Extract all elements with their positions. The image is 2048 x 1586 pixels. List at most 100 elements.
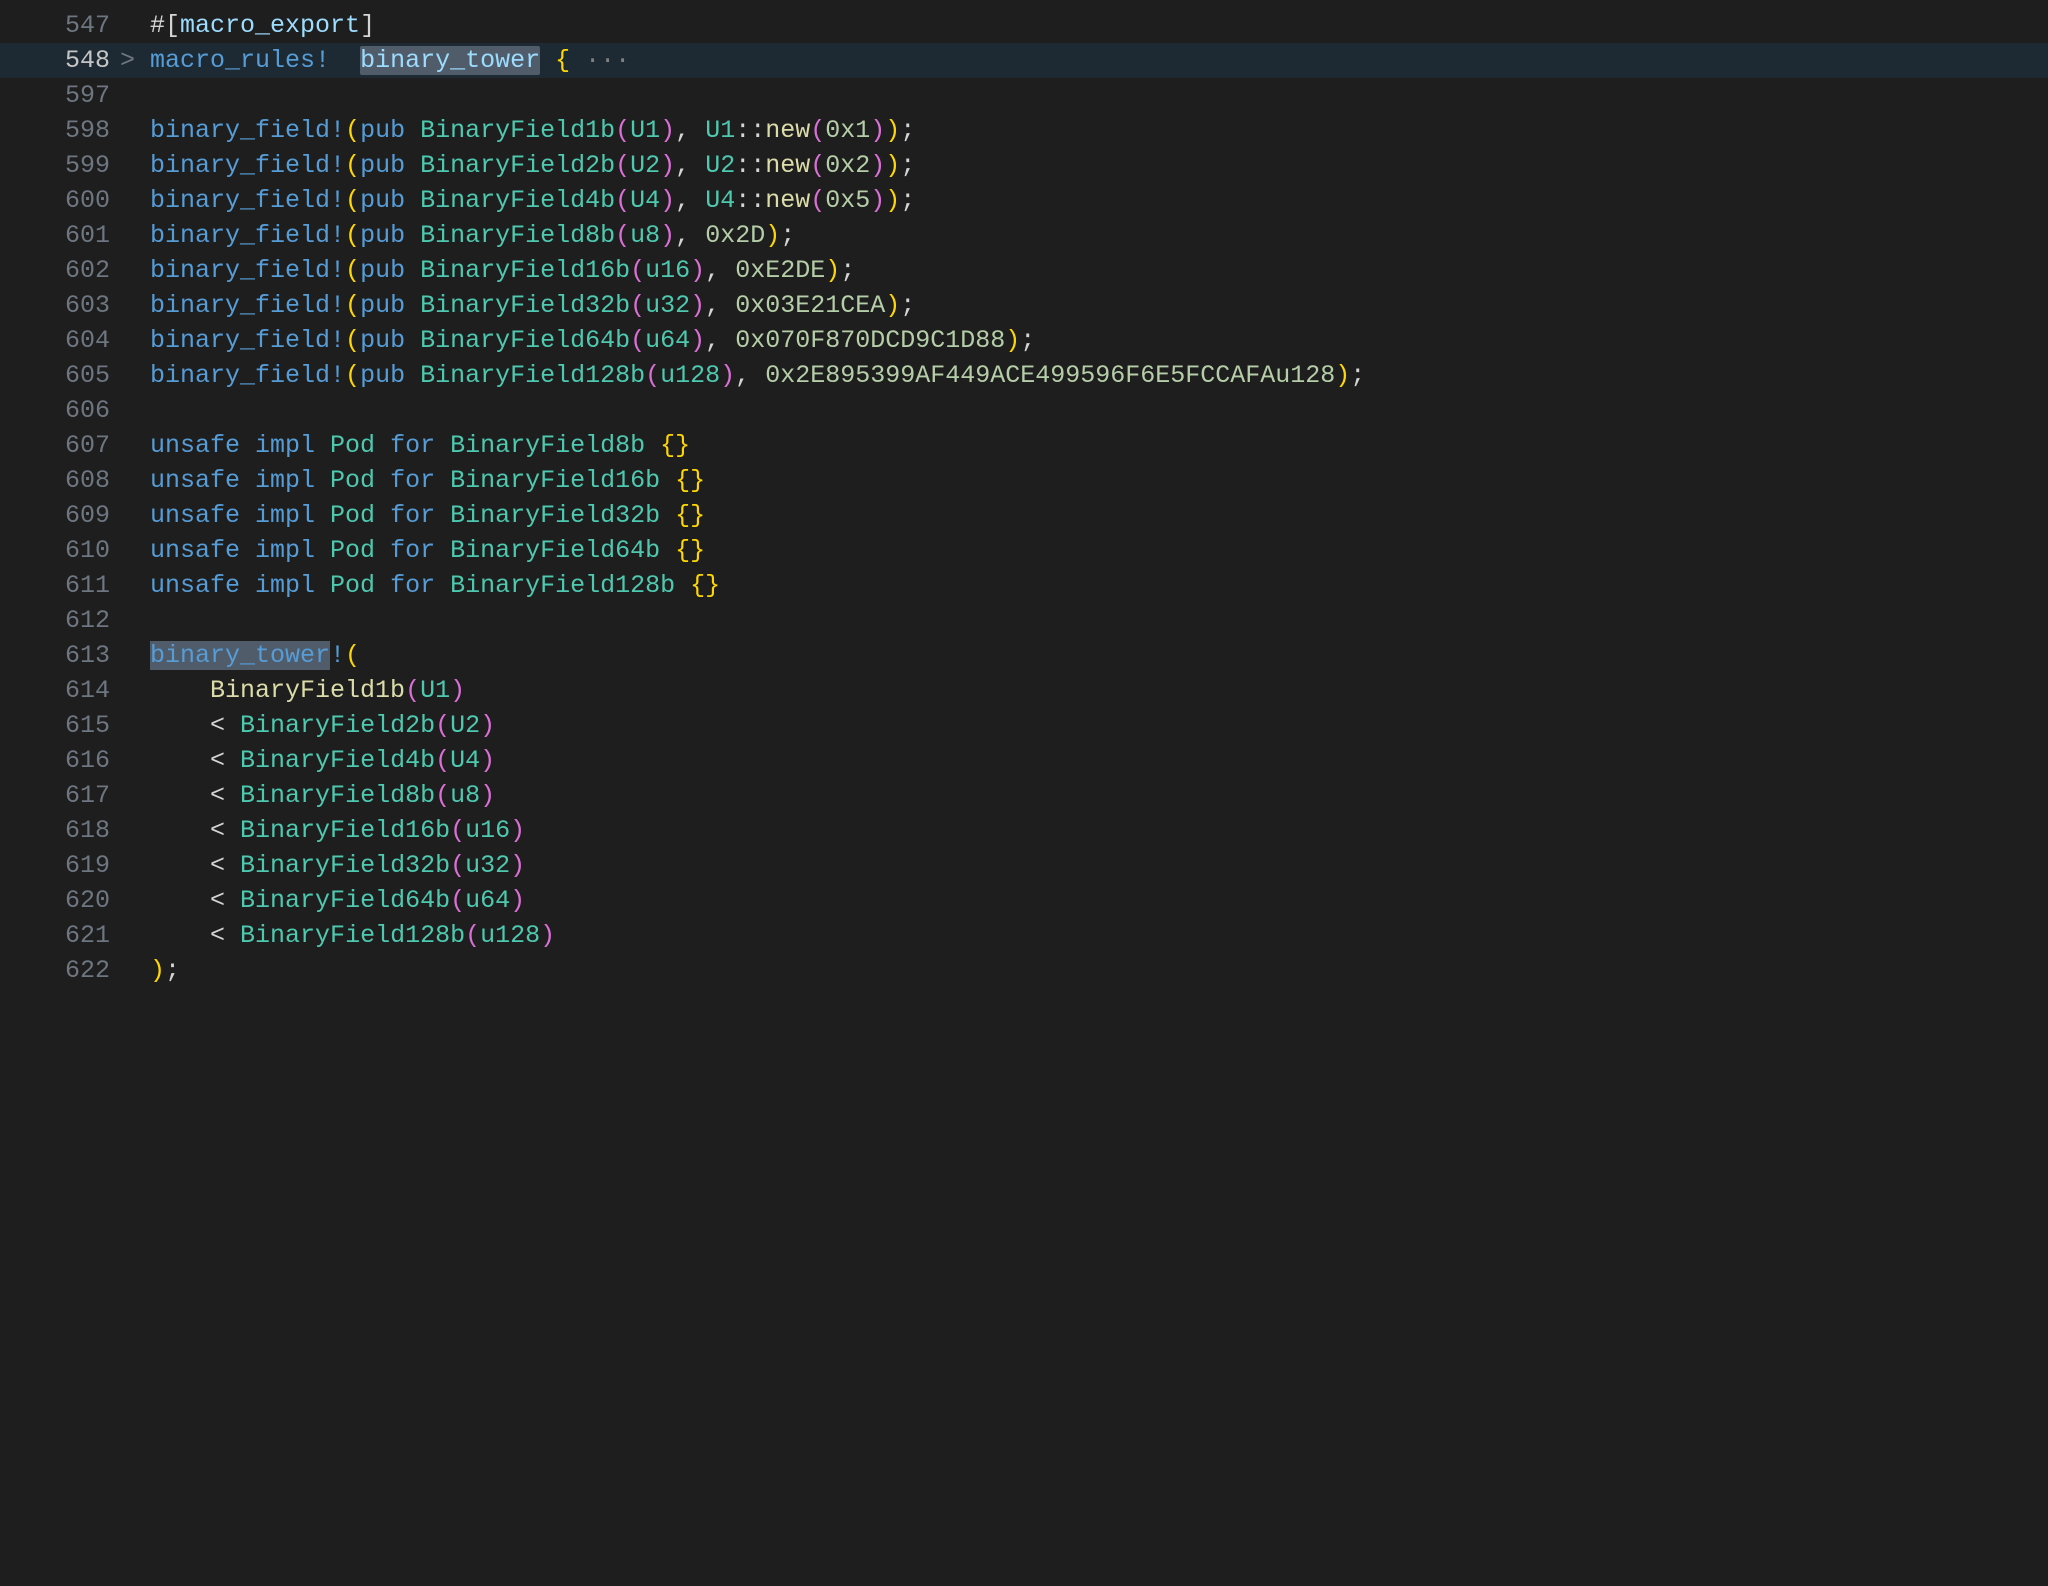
code-content[interactable]: #[macro_export] [150, 8, 2048, 43]
code-line[interactable]: 597 [0, 78, 2048, 113]
code-content[interactable]: unsafe impl Pod for BinaryField16b {} [150, 463, 2048, 498]
code-content[interactable]: unsafe impl Pod for BinaryField32b {} [150, 498, 2048, 533]
brace-open: { [675, 501, 690, 530]
paren-open: ( [630, 326, 645, 355]
code-content[interactable]: BinaryField1b(U1) [150, 673, 2048, 708]
code-content[interactable]: binary_field!(pub BinaryField128b(u128),… [150, 358, 2048, 393]
indent [150, 886, 210, 915]
number-literal: 0x2E895399AF449ACE499596F6E5FCCAFAu128 [765, 361, 1335, 390]
code-editor[interactable]: 547 #[macro_export] 548 > macro_rules! b… [0, 0, 2048, 988]
macro-call: binary_field [150, 186, 330, 215]
code-line[interactable]: 609 unsafe impl Pod for BinaryField32b {… [0, 498, 2048, 533]
code-content[interactable]: ); [150, 953, 2048, 988]
code-content[interactable]: binary_field!(pub BinaryField4b(U4), U4:… [150, 183, 2048, 218]
code-content[interactable]: binary_field!(pub BinaryField2b(U2), U2:… [150, 148, 2048, 183]
paren-open: ( [615, 116, 630, 145]
semicolon: ; [165, 956, 180, 985]
paren-close: ) [690, 326, 705, 355]
kw-pub: pub [360, 361, 420, 390]
macro-call: binary_field [150, 361, 330, 390]
inner-type: u8 [630, 221, 660, 250]
code-line[interactable]: 620 < BinaryField64b(u64) [0, 883, 2048, 918]
code-content[interactable]: < BinaryField16b(u16) [150, 813, 2048, 848]
paren-open: ( [405, 676, 420, 705]
code-line-current[interactable]: 548 > macro_rules! binary_tower { ··· [0, 43, 2048, 78]
fold-ellipsis[interactable]: ··· [570, 46, 630, 75]
type-name: BinaryField64b [450, 536, 660, 565]
code-line[interactable]: 612 [0, 603, 2048, 638]
bang: ! [330, 291, 345, 320]
paren-open: ( [450, 851, 465, 880]
bang: ! [330, 361, 345, 390]
line-number: 617 [0, 778, 120, 813]
code-content[interactable]: macro_rules! binary_tower { ··· [150, 43, 2048, 78]
code-line[interactable]: 618 < BinaryField16b(u16) [0, 813, 2048, 848]
code-line[interactable]: 617 < BinaryField8b(u8) [0, 778, 2048, 813]
code-line[interactable]: 607 unsafe impl Pod for BinaryField8b {} [0, 428, 2048, 463]
code-line[interactable]: 598 binary_field!(pub BinaryField1b(U1),… [0, 113, 2048, 148]
fn-name: new [765, 186, 810, 215]
code-content[interactable]: < BinaryField8b(u8) [150, 778, 2048, 813]
comma: , [735, 361, 765, 390]
semicolon: ; [900, 116, 915, 145]
code-line[interactable]: 616 < BinaryField4b(U4) [0, 743, 2048, 778]
paren-close: ) [870, 186, 885, 215]
type-name: BinaryField2b [420, 151, 615, 180]
macro-name-highlighted: binary_tower [360, 46, 540, 75]
code-line[interactable]: 604 binary_field!(pub BinaryField64b(u64… [0, 323, 2048, 358]
code-line[interactable]: 610 unsafe impl Pod for BinaryField64b {… [0, 533, 2048, 568]
kw-unsafe: unsafe [150, 536, 255, 565]
lt: < [210, 816, 225, 845]
code-line[interactable]: 615 < BinaryField2b(U2) [0, 708, 2048, 743]
comma: , [705, 291, 735, 320]
number-literal: 0xE2DE [735, 256, 825, 285]
paren-close: ) [870, 151, 885, 180]
code-content[interactable]: unsafe impl Pod for BinaryField8b {} [150, 428, 2048, 463]
brace-open: { [675, 536, 690, 565]
code-content[interactable]: < BinaryField64b(u64) [150, 883, 2048, 918]
fold-toggle-icon[interactable]: > [120, 43, 150, 78]
code-line[interactable]: 606 [0, 393, 2048, 428]
code-line[interactable]: 613 binary_tower!( [0, 638, 2048, 673]
code-line[interactable]: 614 BinaryField1b(U1) [0, 673, 2048, 708]
code-line[interactable]: 605 binary_field!(pub BinaryField128b(u1… [0, 358, 2048, 393]
code-line[interactable]: 608 unsafe impl Pod for BinaryField16b {… [0, 463, 2048, 498]
code-line[interactable]: 601 binary_field!(pub BinaryField8b(u8),… [0, 218, 2048, 253]
code-content[interactable]: unsafe impl Pod for BinaryField128b {} [150, 568, 2048, 603]
code-line[interactable]: 547 #[macro_export] [0, 8, 2048, 43]
brace-open: { [555, 46, 570, 75]
paren-open: ( [435, 746, 450, 775]
line-number: 604 [0, 323, 120, 358]
code-content[interactable]: unsafe impl Pod for BinaryField64b {} [150, 533, 2048, 568]
bang: ! [330, 151, 345, 180]
code-line[interactable]: 600 binary_field!(pub BinaryField4b(U4),… [0, 183, 2048, 218]
code-line[interactable]: 622 ); [0, 953, 2048, 988]
type-name: BinaryField16b [420, 256, 630, 285]
code-content[interactable]: < BinaryField32b(u32) [150, 848, 2048, 883]
code-line[interactable]: 611 unsafe impl Pod for BinaryField128b … [0, 568, 2048, 603]
code-line[interactable]: 621 < BinaryField128b(u128) [0, 918, 2048, 953]
code-line[interactable]: 619 < BinaryField32b(u32) [0, 848, 2048, 883]
code-content[interactable]: < BinaryField4b(U4) [150, 743, 2048, 778]
code-line[interactable]: 603 binary_field!(pub BinaryField32b(u32… [0, 288, 2048, 323]
code-line[interactable]: 602 binary_field!(pub BinaryField16b(u16… [0, 253, 2048, 288]
code-line[interactable]: 599 binary_field!(pub BinaryField2b(U2),… [0, 148, 2048, 183]
code-content[interactable]: < BinaryField128b(u128) [150, 918, 2048, 953]
space [675, 571, 690, 600]
code-content[interactable]: binary_field!(pub BinaryField16b(u16), 0… [150, 253, 2048, 288]
code-content[interactable]: binary_field!(pub BinaryField64b(u64), 0… [150, 323, 2048, 358]
code-content[interactable]: binary_field!(pub BinaryField32b(u32), 0… [150, 288, 2048, 323]
line-number: 616 [0, 743, 120, 778]
code-content[interactable]: < BinaryField2b(U2) [150, 708, 2048, 743]
code-content[interactable]: binary_field!(pub BinaryField1b(U1), U1:… [150, 113, 2048, 148]
kw-for: for [375, 431, 450, 460]
semicolon: ; [900, 151, 915, 180]
inner-type: U2 [450, 711, 480, 740]
line-number: 619 [0, 848, 120, 883]
path-sep: :: [735, 151, 765, 180]
code-content[interactable]: binary_field!(pub BinaryField8b(u8), 0x2… [150, 218, 2048, 253]
code-content[interactable]: binary_tower!( [150, 638, 2048, 673]
semicolon: ; [1350, 361, 1365, 390]
inner-type: U1 [630, 116, 660, 145]
line-number: 622 [0, 953, 120, 988]
